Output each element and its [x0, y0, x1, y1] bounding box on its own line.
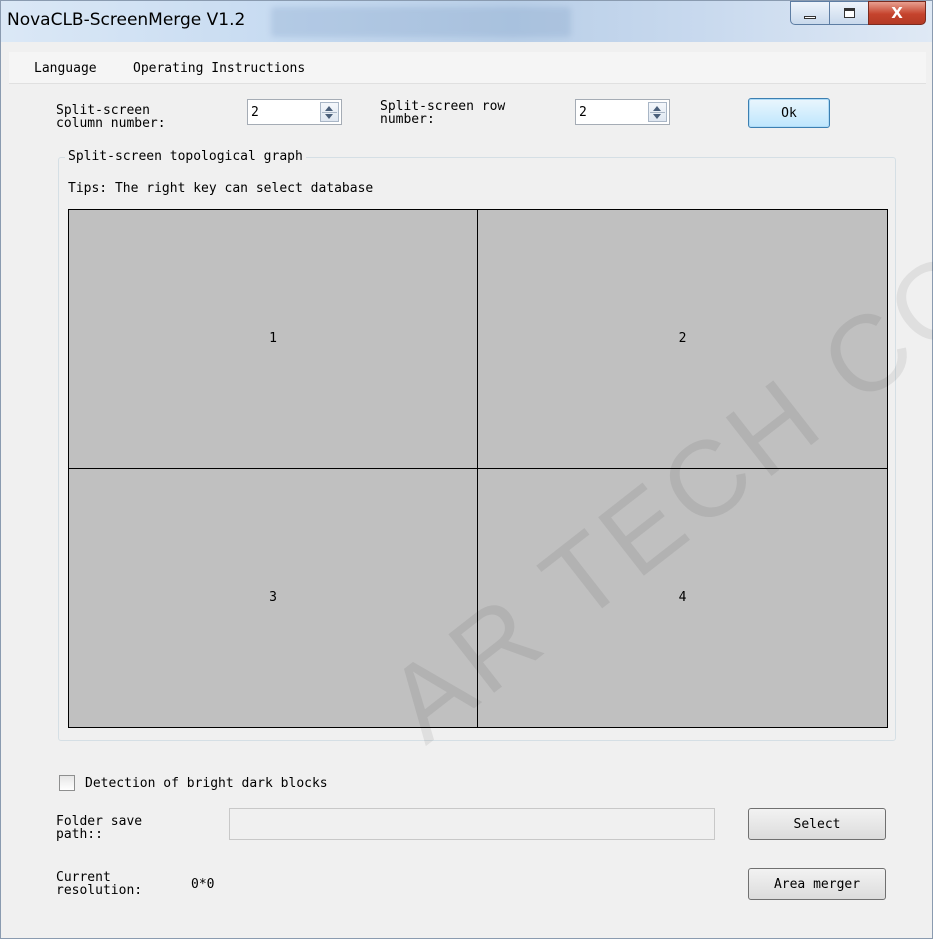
screen-cell-3[interactable]: 3 — [69, 468, 478, 727]
resolution-value: 0*0 — [191, 877, 215, 892]
maximize-button[interactable] — [829, 1, 869, 25]
screen-cell-2-label: 2 — [678, 331, 687, 347]
arrow-up-icon[interactable] — [653, 106, 661, 111]
app-window: NovaCLB-ScreenMerge V1.2 X Language Oper… — [0, 0, 933, 939]
screen-cell-4[interactable]: 4 — [478, 468, 887, 727]
area-merger-button[interactable]: Area merger — [748, 868, 886, 900]
row-number-value[interactable]: 2 — [579, 105, 587, 120]
arrow-down-icon[interactable] — [325, 114, 333, 119]
menu-item-language[interactable]: Language — [34, 61, 97, 76]
screen-cell-4-label: 4 — [678, 590, 687, 606]
title-bar[interactable]: NovaCLB-ScreenMerge V1.2 X — [1, 1, 932, 42]
detection-checkbox[interactable] — [59, 775, 75, 791]
maximize-icon — [843, 8, 855, 18]
close-button[interactable]: X — [868, 1, 926, 25]
row-number-label: Split-screen row number: — [380, 100, 505, 126]
arrow-down-icon[interactable] — [653, 114, 661, 119]
column-number-label-line2: column number: — [56, 116, 166, 131]
column-number-label: Split-screen column number: — [56, 104, 166, 130]
minimize-button[interactable] — [790, 1, 830, 25]
stepper-divider — [650, 112, 665, 113]
menu-bar: Language Operating Instructions — [9, 52, 926, 84]
folder-label-line2: path:: — [56, 827, 103, 842]
row-number-label-line2: number: — [380, 112, 435, 127]
menu-item-operating-instructions[interactable]: Operating Instructions — [133, 61, 305, 76]
screen-cell-1-label: 1 — [269, 331, 277, 347]
ok-button[interactable]: Ok — [748, 98, 830, 128]
arrow-up-icon[interactable] — [325, 106, 333, 111]
minimize-icon — [804, 15, 816, 19]
screen-cell-3-label: 3 — [269, 590, 277, 606]
folder-path-field[interactable] — [229, 808, 715, 840]
topology-group-title: Split-screen topological graph — [65, 149, 306, 164]
row-stepper-arrows[interactable] — [648, 102, 667, 122]
resolution-label-line2: resolution: — [56, 883, 143, 898]
row-number-stepper[interactable]: 2 — [575, 99, 670, 125]
folder-save-path-label: Folder save path:: — [56, 815, 142, 841]
current-resolution-label: Current resolution: — [56, 871, 142, 897]
stepper-divider — [322, 112, 337, 113]
select-button-label: Select — [793, 816, 841, 832]
window-title: NovaCLB-ScreenMerge V1.2 — [7, 10, 246, 30]
select-button[interactable]: Select — [748, 808, 886, 840]
tips-text: Tips: The right key can select database — [68, 181, 374, 196]
column-number-stepper[interactable]: 2 — [247, 99, 342, 125]
area-merger-button-label: Area merger — [773, 876, 861, 892]
close-icon: X — [891, 4, 903, 22]
window-controls: X — [790, 1, 926, 25]
column-number-value[interactable]: 2 — [251, 105, 259, 120]
column-stepper-arrows[interactable] — [320, 102, 339, 122]
ok-button-label: Ok — [781, 105, 797, 121]
split-screen-grid: 1 2 3 4 — [68, 209, 888, 728]
detection-label[interactable]: Detection of bright dark blocks — [85, 777, 328, 790]
screen-cell-2[interactable]: 2 — [478, 210, 887, 469]
title-bar-background — [271, 7, 571, 37]
screen-cell-1[interactable]: 1 — [69, 210, 478, 469]
